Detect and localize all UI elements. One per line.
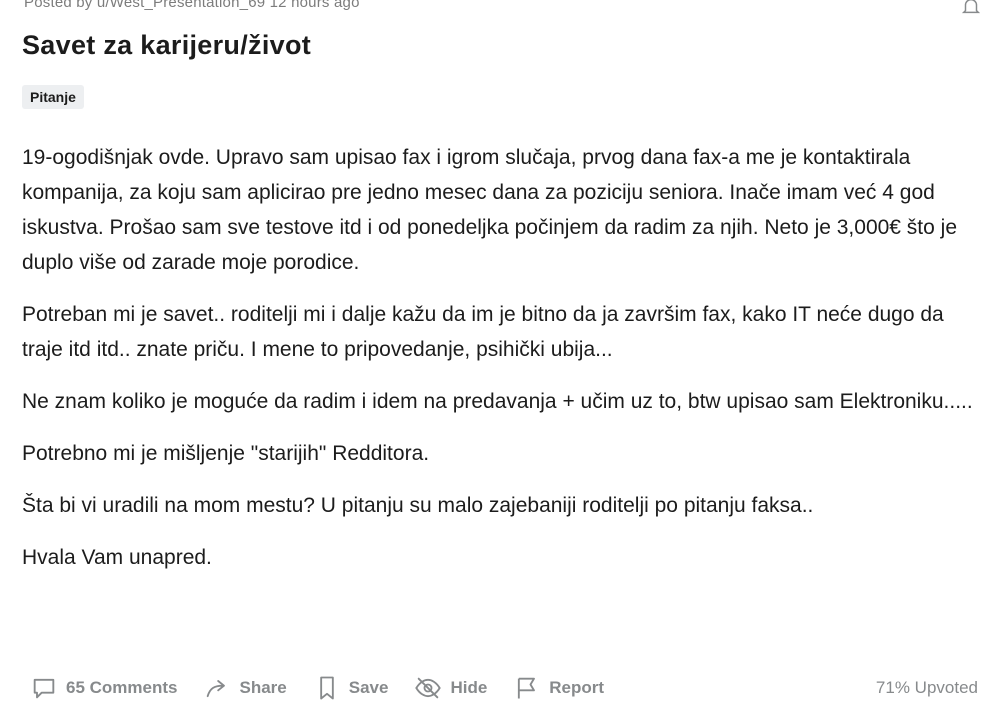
save-label: Save bbox=[348, 678, 389, 697]
eye-slash-icon bbox=[415, 677, 442, 699]
post-flair[interactable]: Pitanje bbox=[22, 85, 84, 109]
bell-icon[interactable] bbox=[960, 0, 982, 17]
report-button[interactable]: Report bbox=[513, 674, 604, 702]
share-button[interactable]: Share bbox=[203, 674, 287, 702]
post-title[interactable]: Savet za karijeru/život bbox=[22, 30, 311, 61]
upvote-ratio: 71% Upvoted bbox=[875, 678, 978, 697]
report-label: Report bbox=[549, 678, 605, 697]
post-paragraph: Potrebno mi je mišljenje "starijih" Redd… bbox=[22, 442, 430, 465]
post-paragraph: Hvala Vam unapred. bbox=[22, 546, 212, 569]
share-label: Share bbox=[239, 678, 287, 697]
comment-icon bbox=[33, 678, 55, 699]
hide-button[interactable]: Hide bbox=[414, 674, 487, 702]
comments-label: 65 Comments bbox=[66, 678, 178, 697]
post-paragraph: 19-ogodišnjak ovde. Upravo sam upisao fa… bbox=[22, 146, 958, 274]
share-icon bbox=[207, 680, 226, 698]
hide-label: Hide bbox=[450, 678, 488, 697]
post-paragraph: Potreban mi je savet.. roditelji mi i da… bbox=[22, 303, 944, 361]
post-meta: Posted by u/West_Presentation_69 12 hour… bbox=[24, 0, 982, 14]
post-paragraph: Ne znam koliko je moguće da radim i idem… bbox=[22, 390, 973, 413]
posted-by-text: Posted by u/West_Presentation_69 12 hour… bbox=[24, 0, 360, 11]
comments-button[interactable]: 65 Comments bbox=[30, 674, 177, 702]
post-paragraph: Šta bi vi uradili na mom mestu? U pitanj… bbox=[22, 494, 814, 517]
bookmark-icon bbox=[319, 676, 334, 700]
post-container: Posted by u/West_Presentation_69 12 hour… bbox=[0, 0, 1000, 712]
post-body: 19-ogodišnjak ovde. Upravo sam upisao fa… bbox=[22, 140, 976, 592]
post-action-bar: 65 Comments Share Save Hide Report 71% U… bbox=[30, 668, 978, 708]
save-button[interactable]: Save bbox=[313, 674, 389, 702]
flag-icon bbox=[518, 677, 536, 699]
